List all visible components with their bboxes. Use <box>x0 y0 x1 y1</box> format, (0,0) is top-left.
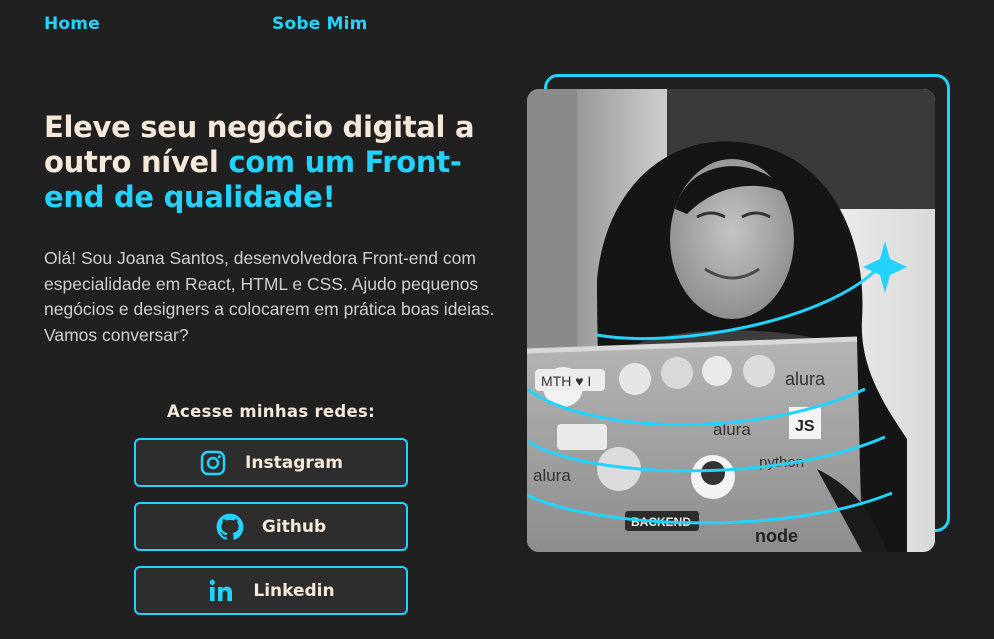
profile-photo: MTH ♥ I alura JS alura python alura BACK… <box>527 89 935 552</box>
sticker-js: JS <box>795 418 815 435</box>
instagram-button[interactable]: Instagram <box>134 438 408 487</box>
github-icon <box>216 513 244 541</box>
sticker-alura-3: alura <box>533 466 571 485</box>
instagram-label: Instagram <box>245 452 343 473</box>
linkedin-icon <box>207 577 235 605</box>
nav-about-link[interactable]: Sobe Mim <box>272 14 368 34</box>
github-label: Github <box>261 516 327 537</box>
hero-headline: Eleve seu negócio digital a outro nível … <box>44 110 514 215</box>
social-title: Acesse minhas redes: <box>166 402 376 421</box>
linkedin-label: Linkedin <box>253 580 335 601</box>
sticker-alura-1: alura <box>785 369 826 389</box>
instagram-icon <box>199 449 227 477</box>
sticker-node: node <box>755 526 798 546</box>
linkedin-button[interactable]: Linkedin <box>134 566 408 615</box>
top-nav: Home Sobe Mim <box>44 14 368 34</box>
github-button[interactable]: Github <box>134 502 408 551</box>
sticker-mth: MTH ♥ I <box>541 373 591 389</box>
intro-paragraph: Olá! Sou Joana Santos, desenvolvedora Fr… <box>44 248 495 345</box>
nav-home-link[interactable]: Home <box>44 14 272 34</box>
